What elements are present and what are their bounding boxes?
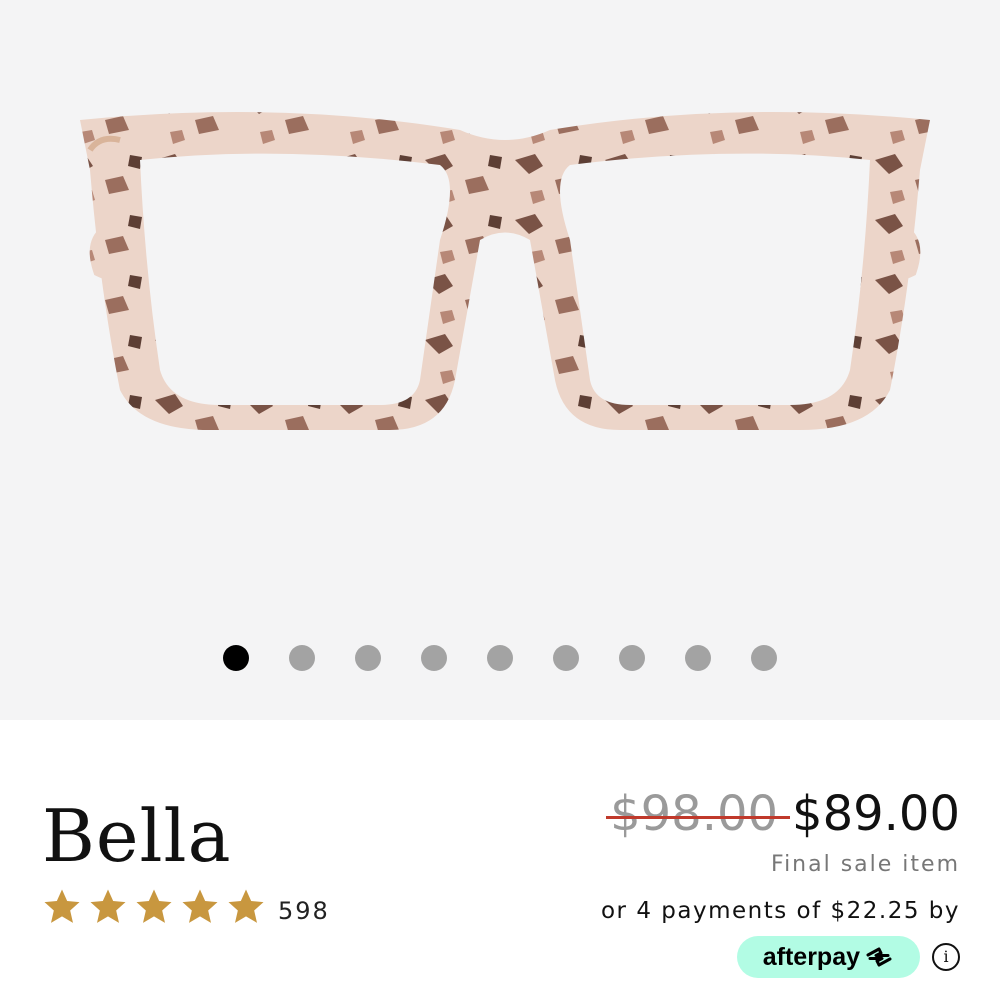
product-rating[interactable]: 598 — [42, 887, 330, 927]
star-rating — [42, 887, 266, 927]
star-icon — [90, 889, 126, 923]
afterpay-row: afterpay i — [736, 936, 960, 978]
product-title: Bella — [42, 794, 232, 878]
afterpay-arrows-icon — [866, 947, 892, 967]
product-image — [80, 112, 930, 430]
installments-text: or 4 payments of $22.25 by — [600, 898, 960, 924]
star-icon — [228, 889, 264, 923]
carousel-dots — [223, 645, 777, 671]
carousel-dot-7[interactable] — [619, 645, 645, 671]
price-row: $98.00 $89.00 — [606, 786, 960, 842]
carousel-dot-5[interactable] — [487, 645, 513, 671]
carousel-dot-6[interactable] — [553, 645, 579, 671]
sale-price: $89.00 — [792, 786, 960, 842]
star-icon — [136, 889, 172, 923]
review-count[interactable]: 598 — [278, 897, 330, 925]
carousel-dot-3[interactable] — [355, 645, 381, 671]
afterpay-label: afterpay — [762, 942, 860, 971]
carousel-dot-9[interactable] — [751, 645, 777, 671]
product-image-gallery[interactable] — [0, 0, 1000, 720]
carousel-dot-4[interactable] — [421, 645, 447, 671]
carousel-dot-2[interactable] — [289, 645, 315, 671]
carousel-dot-1[interactable] — [223, 645, 249, 671]
info-icon[interactable]: i — [932, 943, 960, 971]
original-price: $98.00 — [606, 786, 790, 842]
final-sale-note: Final sale item — [771, 852, 960, 877]
star-icon — [182, 889, 218, 923]
carousel-dot-8[interactable] — [685, 645, 711, 671]
star-icon — [44, 889, 80, 923]
afterpay-badge[interactable]: afterpay — [736, 936, 920, 978]
